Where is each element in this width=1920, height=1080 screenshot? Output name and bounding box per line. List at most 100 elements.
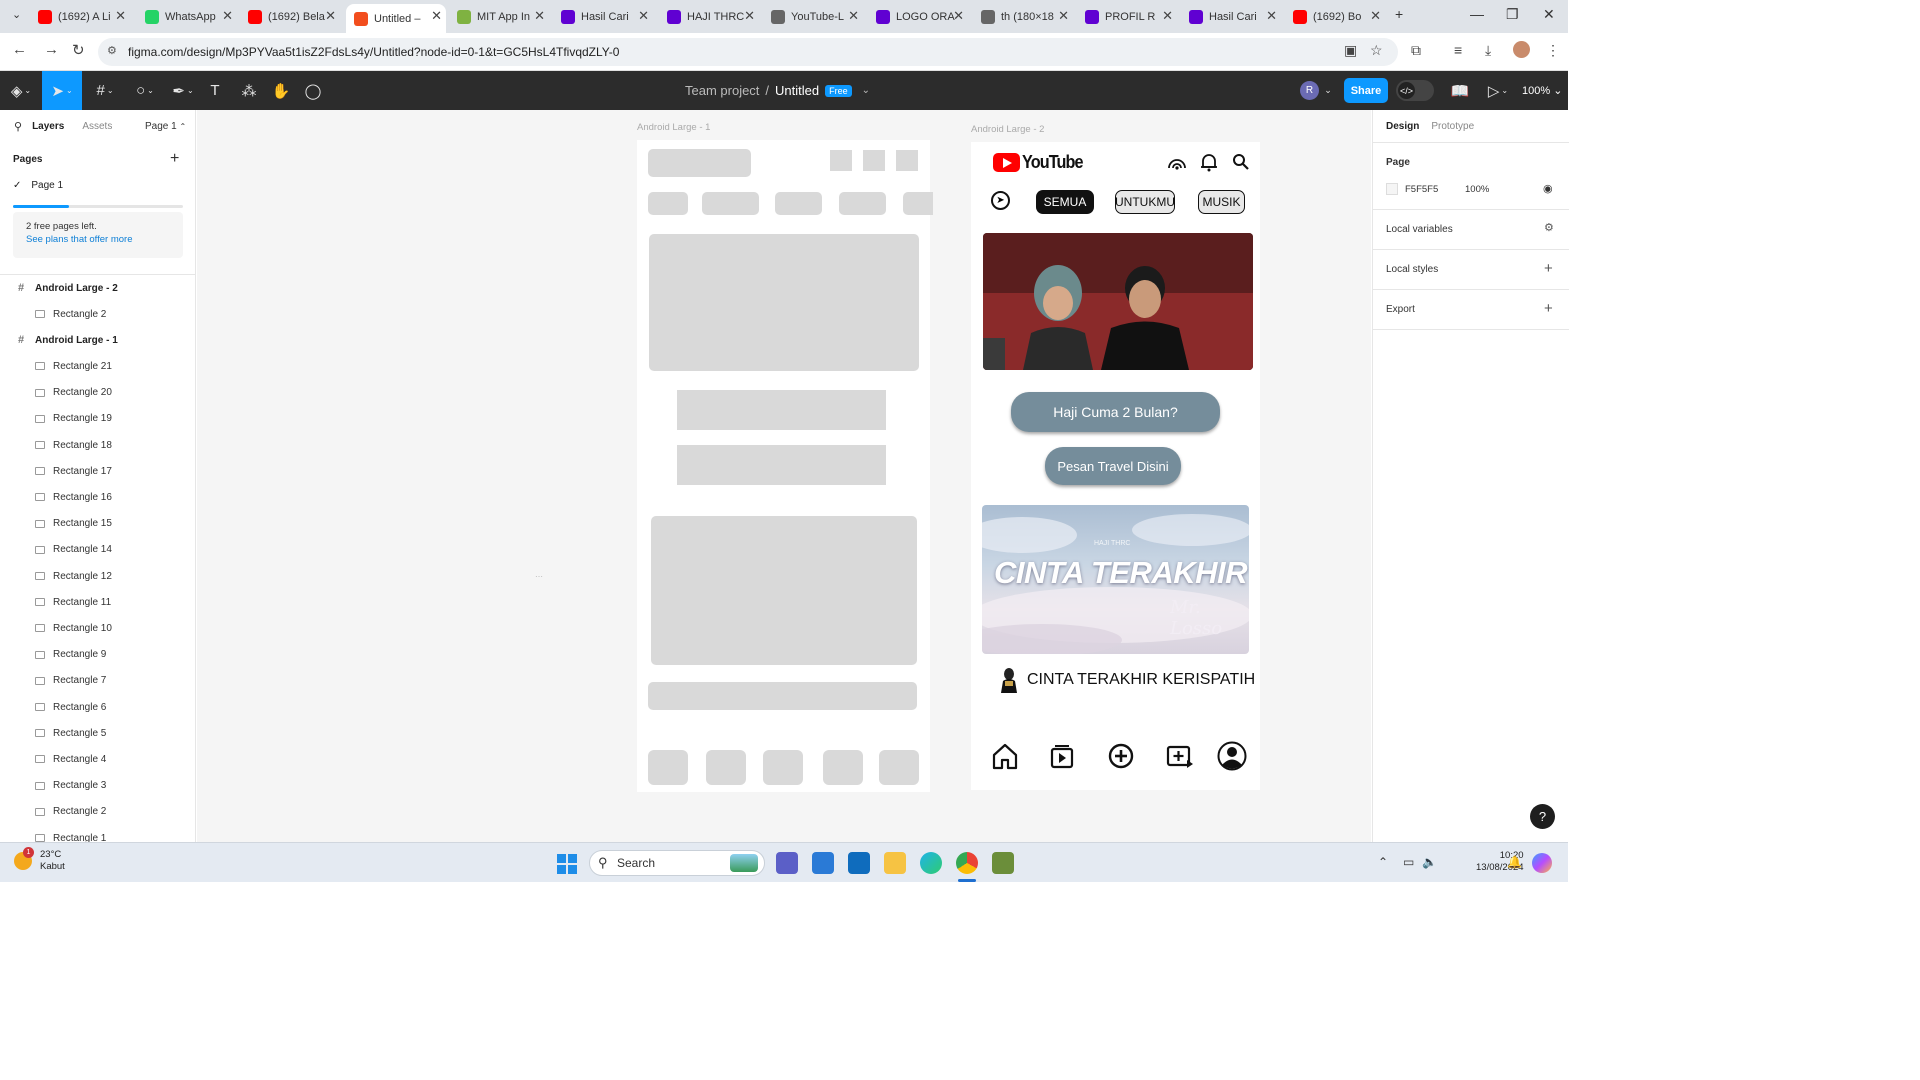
chip-musik[interactable]: MUSIK <box>1198 190 1245 214</box>
home-icon[interactable] <box>991 742 1019 770</box>
back-button[interactable]: ← <box>12 41 27 58</box>
site-info-icon[interactable]: ⚙ <box>107 44 117 57</box>
haji-cuma-button[interactable]: Haji Cuma 2 Bulan? <box>1011 392 1220 432</box>
layer-frame[interactable]: # Android Large - 1 <box>0 328 195 352</box>
tab-assets[interactable]: Assets <box>82 121 112 132</box>
explore-compass-icon[interactable]: ➤ <box>991 191 1010 210</box>
copilot-icon[interactable] <box>1532 853 1552 873</box>
screenshot-icon[interactable]: ▣ <box>1344 42 1357 59</box>
layer-rectangle[interactable]: Rectangle 1 <box>0 826 195 842</box>
placeholder-nav-icon[interactable] <box>763 750 803 785</box>
text-tool-icon[interactable]: T <box>204 71 226 110</box>
minecraft-app-icon[interactable] <box>992 852 1014 874</box>
reload-button[interactable]: ↻ <box>72 41 85 59</box>
pesan-travel-button[interactable]: Pesan Travel Disini <box>1045 447 1181 485</box>
see-plans-link[interactable]: See plans that offer more <box>26 233 170 246</box>
layer-frame[interactable]: # Android Large - 2 <box>0 276 195 300</box>
placeholder-button[interactable] <box>677 445 886 485</box>
file-menu-chevron-icon[interactable]: ⌄ <box>862 85 870 96</box>
windows-start-button[interactable] <box>557 854 577 874</box>
video-thumbnail-2[interactable]: HAJI THRC CINTA TERAKHIR Mr. Losso <box>982 505 1249 654</box>
search-icon[interactable] <box>1232 153 1249 170</box>
edge-browser-icon[interactable] <box>920 852 942 874</box>
browser-tab[interactable]: WhatsApp ✕ <box>137 4 237 30</box>
browser-tab[interactable]: HAJI THRC ✕ <box>659 4 759 30</box>
media-controls-icon[interactable]: ≡ <box>1454 42 1462 58</box>
browser-menu-icon[interactable]: ⋮ <box>1546 42 1560 59</box>
placeholder-chip[interactable] <box>903 192 933 215</box>
close-tab-icon[interactable]: ✕ <box>431 8 442 24</box>
placeholder-video[interactable] <box>649 234 919 371</box>
layer-rectangle[interactable]: Rectangle 14 <box>0 538 195 562</box>
close-tab-icon[interactable]: ✕ <box>1162 8 1173 24</box>
bookmark-star-icon[interactable]: ☆ <box>1370 42 1383 59</box>
tab-layers[interactable]: Layers <box>32 121 64 132</box>
move-tool-icon[interactable]: ➤ ⌄ <box>42 71 82 110</box>
new-tab-button[interactable]: + <box>1395 6 1403 22</box>
close-tab-icon[interactable]: ✕ <box>638 8 649 24</box>
library-book-icon[interactable]: 📖 <box>1449 71 1471 110</box>
page-item-1[interactable]: ✓ Page 1 <box>13 180 63 191</box>
add-style-button[interactable]: + <box>1544 260 1553 277</box>
weather-widget[interactable]: 1 23°C Kabut <box>14 847 65 873</box>
cast-icon[interactable] <box>1167 152 1187 170</box>
browser-tab[interactable]: th (180×18 ✕ <box>973 4 1073 30</box>
placeholder-chip[interactable] <box>702 192 759 215</box>
pen-tool-icon[interactable]: ✒ ⌄ <box>166 71 200 110</box>
layer-rectangle[interactable]: Rectangle 20 <box>0 381 195 405</box>
file-name[interactable]: Untitled <box>775 83 819 98</box>
close-tab-icon[interactable]: ✕ <box>1370 8 1381 24</box>
close-tab-icon[interactable]: ✕ <box>325 8 336 24</box>
layer-rectangle[interactable]: Rectangle 21 <box>0 354 195 378</box>
placeholder-nav-icon[interactable] <box>706 750 746 785</box>
present-play-icon[interactable]: ▷ ⌄ <box>1485 71 1511 110</box>
hand-tool-icon[interactable]: ✋ <box>270 71 292 110</box>
browser-tab[interactable]: Untitled – ✕ <box>346 4 446 33</box>
placeholder-video[interactable] <box>651 516 917 665</box>
user-avatar[interactable]: R <box>1300 81 1319 100</box>
video-title-row[interactable]: CINTA TERAKHIR KERISPATIH <box>999 667 1255 693</box>
resources-icon[interactable]: ⁂ <box>238 71 260 110</box>
team-name[interactable]: Team project <box>685 83 759 98</box>
placeholder-header[interactable] <box>648 149 751 177</box>
placeholder-chip[interactable] <box>775 192 822 215</box>
layer-rectangle[interactable]: Rectangle 17 <box>0 459 195 483</box>
close-tab-icon[interactable]: ✕ <box>848 8 859 24</box>
tab-search-chevron-icon[interactable]: ⌄ <box>12 8 21 21</box>
placeholder-nav-icon[interactable] <box>648 750 688 785</box>
close-tab-icon[interactable]: ✕ <box>744 8 755 24</box>
layer-rectangle[interactable]: Rectangle 9 <box>0 643 195 667</box>
comment-tool-icon[interactable]: ◯ <box>302 71 324 110</box>
extensions-icon[interactable]: ⧉ <box>1411 42 1421 59</box>
restore-button[interactable]: ❐ <box>1506 6 1519 23</box>
notification-bell-icon[interactable]: 🔔 <box>1507 855 1522 869</box>
file-title[interactable]: Team project / Untitled Free ⌄ <box>685 83 870 98</box>
frame-label-1[interactable]: Android Large - 1 <box>637 122 710 133</box>
placeholder-chip[interactable] <box>648 192 688 215</box>
layer-rectangle[interactable]: Rectangle 2 <box>0 800 195 824</box>
add-export-button[interactable]: + <box>1544 300 1553 317</box>
shape-tool-icon[interactable]: ○ ⌄ <box>128 71 162 110</box>
layer-rectangle[interactable]: Rectangle 15 <box>0 512 195 536</box>
browser-tab[interactable]: YouTube-L ✕ <box>763 4 863 30</box>
placeholder-button[interactable] <box>677 390 886 430</box>
tab-design[interactable]: Design <box>1386 121 1419 132</box>
close-tab-icon[interactable]: ✕ <box>534 8 545 24</box>
chip-untukmu[interactable]: UNTUKMU <box>1115 190 1175 214</box>
browser-tab[interactable]: PROFIL R ✕ <box>1077 4 1177 30</box>
frame-tool-icon[interactable]: # ⌄ <box>88 71 122 110</box>
chrome-browser-icon[interactable] <box>956 852 978 874</box>
help-button[interactable]: ? <box>1530 804 1555 829</box>
forward-button[interactable]: → <box>44 41 59 58</box>
browser-tab[interactable]: (1692) Bela ✕ <box>240 4 340 30</box>
youtube-logo[interactable]: YouTube <box>993 152 1089 173</box>
layer-rectangle[interactable]: Rectangle 5 <box>0 721 195 745</box>
url-field[interactable]: ⚙ figma.com/design/Mp3PYVaa5t1isZ2FdsLs4… <box>98 38 1398 66</box>
page-color-hex[interactable]: F5F5F5 <box>1405 184 1438 195</box>
chip-semua[interactable]: SEMUA <box>1036 190 1094 214</box>
layer-rectangle[interactable]: Rectangle 19 <box>0 407 195 431</box>
close-tab-icon[interactable]: ✕ <box>1058 8 1069 24</box>
page-color-opacity[interactable]: 100% <box>1465 184 1489 195</box>
add-page-button[interactable]: + <box>170 150 179 168</box>
local-variables-heading[interactable]: Local variables <box>1386 224 1453 235</box>
